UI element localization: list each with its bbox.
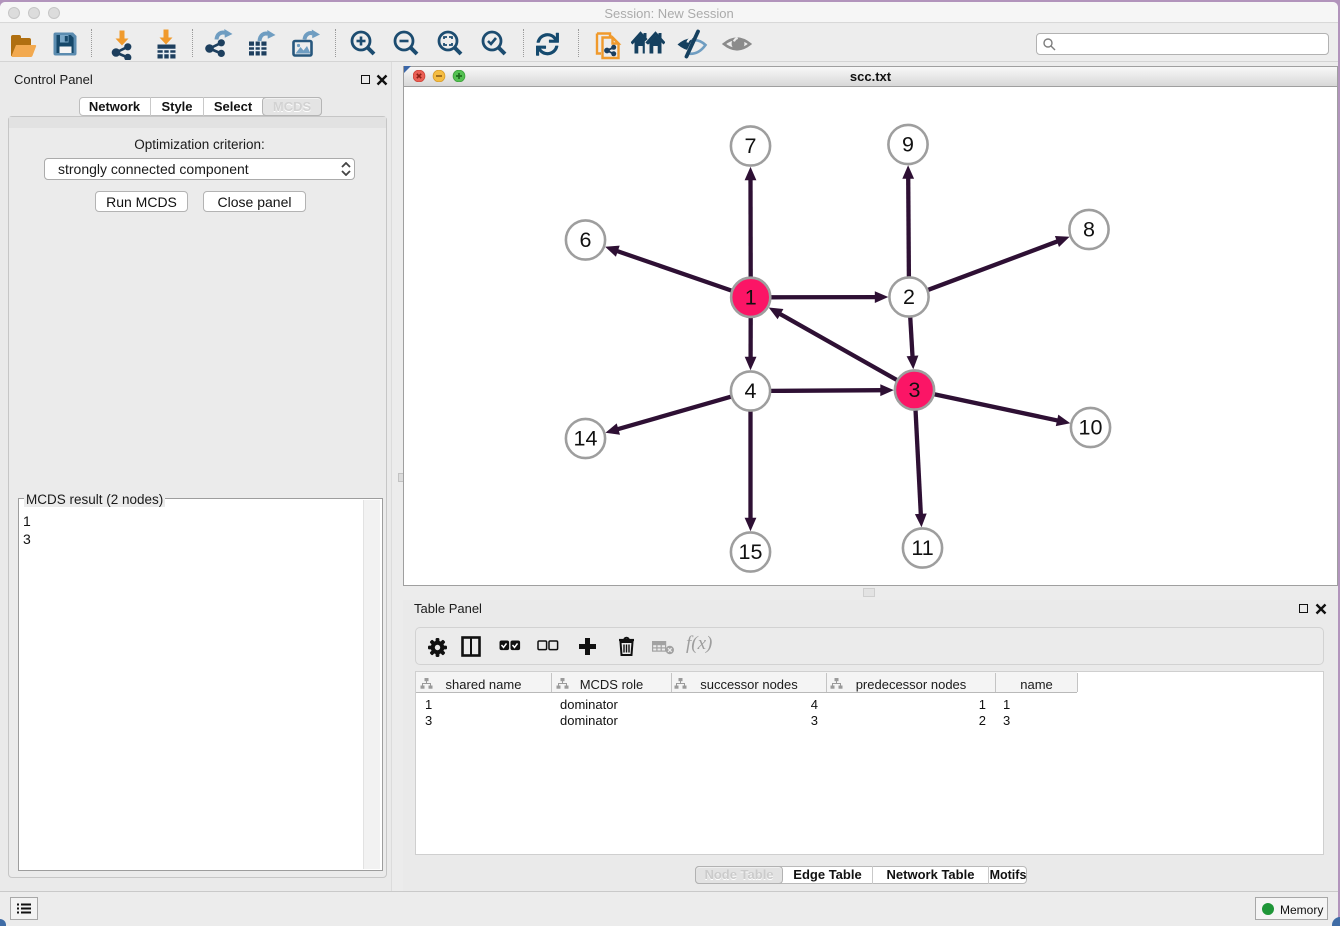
svg-text:15: 15 — [739, 540, 763, 564]
svg-text:4: 4 — [745, 379, 757, 403]
svg-text:2: 2 — [903, 285, 915, 309]
svg-text:10: 10 — [1079, 416, 1103, 440]
svg-text:3: 3 — [909, 378, 921, 402]
svg-text:7: 7 — [745, 134, 757, 158]
svg-text:1: 1 — [745, 285, 757, 309]
svg-text:9: 9 — [902, 133, 914, 157]
svg-text:14: 14 — [574, 427, 598, 451]
svg-text:11: 11 — [911, 536, 933, 560]
svg-text:8: 8 — [1083, 218, 1095, 242]
svg-text:6: 6 — [580, 228, 592, 252]
